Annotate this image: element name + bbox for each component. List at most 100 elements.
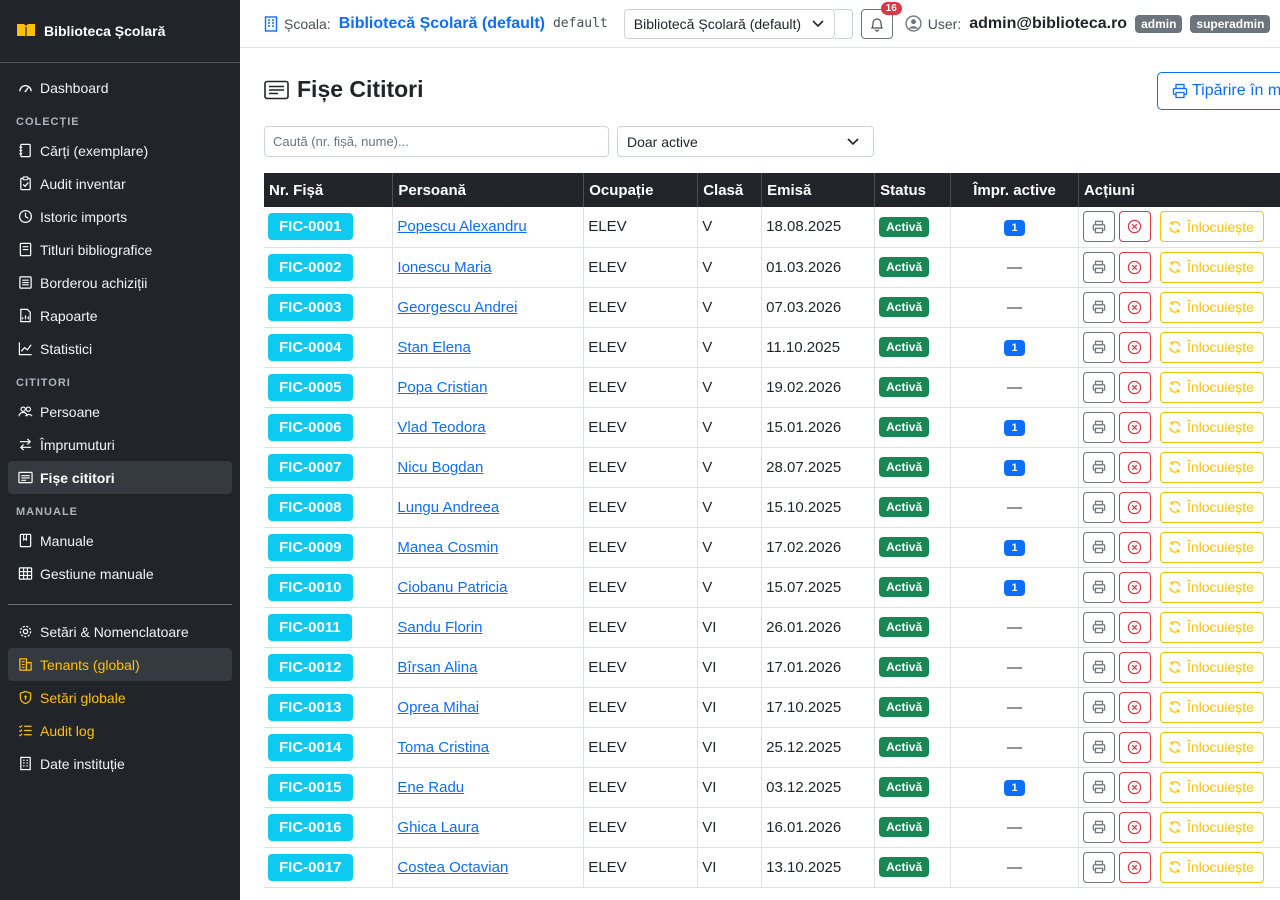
sidebar-item-statistici[interactable]: Statistici — [8, 332, 232, 365]
deactivate-card-button[interactable] — [1118, 851, 1151, 883]
sidebar-item-audit-log[interactable]: Audit log — [8, 714, 232, 747]
fisa-badge[interactable]: FIC-0001 — [268, 213, 353, 241]
person-link[interactable]: Nicu Bogdan — [397, 459, 483, 476]
sidebar-item-audit-inventar[interactable]: Audit inventar — [8, 167, 232, 200]
print-card-button[interactable] — [1082, 411, 1115, 443]
print-card-button[interactable] — [1082, 491, 1115, 523]
fisa-badge[interactable]: FIC-0012 — [268, 653, 353, 681]
person-link[interactable]: Sandu Florin — [397, 619, 482, 636]
status-filter-select[interactable]: Doar active — [617, 126, 874, 157]
fisa-badge[interactable]: FIC-0005 — [268, 373, 353, 401]
sidebar-item-fise-cititori[interactable]: Fișe cititori — [8, 461, 232, 494]
replace-card-button[interactable]: Înlocuiește — [1159, 411, 1264, 443]
fisa-badge[interactable]: FIC-0002 — [268, 253, 353, 281]
sidebar-item-manuale[interactable]: Manuale — [8, 524, 232, 557]
replace-card-button[interactable]: Înlocuiește — [1159, 811, 1264, 843]
replace-card-button[interactable]: Înlocuiește — [1159, 211, 1264, 243]
fisa-badge[interactable]: FIC-0017 — [268, 853, 353, 881]
sidebar-item-titluri[interactable]: Titluri bibliografice — [8, 233, 232, 266]
fisa-badge[interactable]: FIC-0007 — [268, 453, 353, 481]
deactivate-card-button[interactable] — [1118, 771, 1151, 803]
print-card-button[interactable] — [1082, 611, 1115, 643]
sidebar-item-imprumuturi[interactable]: Împrumuturi — [8, 428, 232, 461]
person-link[interactable]: Vlad Teodora — [397, 419, 485, 436]
print-card-button[interactable] — [1082, 811, 1115, 843]
replace-card-button[interactable]: Înlocuiește — [1159, 251, 1264, 283]
print-card-button[interactable] — [1082, 251, 1115, 283]
column-header-ocupatie[interactable]: Ocupație — [583, 173, 699, 207]
person-link[interactable]: Costea Octavian — [397, 859, 508, 876]
person-link[interactable]: Ionescu Maria — [397, 259, 491, 276]
print-card-button[interactable] — [1082, 571, 1115, 603]
fisa-badge[interactable]: FIC-0006 — [268, 413, 353, 441]
deactivate-card-button[interactable] — [1118, 291, 1151, 323]
sidebar-item-dashboard[interactable]: Dashboard — [8, 71, 232, 104]
print-card-button[interactable] — [1082, 651, 1115, 683]
person-link[interactable]: Ghica Laura — [397, 819, 479, 836]
replace-card-button[interactable]: Înlocuiește — [1159, 571, 1264, 603]
fisa-badge[interactable]: FIC-0011 — [268, 613, 352, 641]
replace-card-button[interactable]: Înlocuiește — [1159, 371, 1264, 403]
school-select[interactable]: Bibliotecă Școlară (default) — [623, 8, 835, 39]
fisa-badge[interactable]: FIC-0014 — [268, 733, 353, 761]
deactivate-card-button[interactable] — [1118, 691, 1151, 723]
print-card-button[interactable] — [1082, 771, 1115, 803]
person-link[interactable]: Popa Cristian — [397, 379, 487, 396]
replace-card-button[interactable]: Înlocuiește — [1159, 851, 1264, 883]
column-header-persoana[interactable]: Persoană — [392, 173, 585, 207]
sidebar-item-persoane[interactable]: Persoane — [8, 395, 232, 428]
fisa-badge[interactable]: FIC-0015 — [268, 773, 353, 801]
sidebar-item-setari-globale[interactable]: Setări globale — [8, 681, 232, 714]
replace-card-button[interactable]: Înlocuiește — [1159, 331, 1264, 363]
sidebar-item-borderou[interactable]: Borderou achiziții — [8, 266, 232, 299]
replace-card-button[interactable]: Înlocuiește — [1159, 531, 1264, 563]
deactivate-card-button[interactable] — [1118, 371, 1151, 403]
deactivate-card-button[interactable] — [1118, 731, 1151, 763]
fisa-badge[interactable]: FIC-0004 — [268, 333, 353, 361]
sidebar-item-istoric-imports[interactable]: Istoric imports — [8, 200, 232, 233]
print-card-button[interactable] — [1082, 211, 1115, 243]
deactivate-card-button[interactable] — [1118, 611, 1151, 643]
sidebar-item-rapoarte[interactable]: Rapoarte — [8, 299, 232, 332]
print-card-button[interactable] — [1082, 451, 1115, 483]
deactivate-card-button[interactable] — [1118, 331, 1151, 363]
person-link[interactable]: Oprea Mihai — [397, 699, 479, 716]
print-card-button[interactable] — [1082, 691, 1115, 723]
deactivate-card-button[interactable] — [1118, 651, 1151, 683]
print-card-button[interactable] — [1082, 291, 1115, 323]
person-link[interactable]: Stan Elena — [397, 339, 470, 356]
brand[interactable]: Biblioteca Școlară — [0, 0, 240, 63]
print-button[interactable]: Tipărire în m — [1157, 72, 1280, 110]
fisa-badge[interactable]: FIC-0016 — [268, 813, 353, 841]
deactivate-card-button[interactable] — [1118, 451, 1151, 483]
column-header-impr-active[interactable]: Împr. active — [950, 173, 1079, 207]
print-card-button[interactable] — [1082, 531, 1115, 563]
fisa-badge[interactable]: FIC-0003 — [268, 293, 353, 321]
replace-card-button[interactable]: Înlocuiește — [1159, 611, 1264, 643]
deactivate-card-button[interactable] — [1118, 531, 1151, 563]
replace-card-button[interactable]: Înlocuiește — [1159, 731, 1264, 763]
person-link[interactable]: Ene Radu — [397, 779, 464, 796]
print-card-button[interactable] — [1082, 331, 1115, 363]
column-header-clasa[interactable]: Clasă — [697, 173, 763, 207]
sidebar-item-tenants[interactable]: Tenants (global) — [8, 648, 232, 681]
person-link[interactable]: Ciobanu Patricia — [397, 579, 507, 596]
person-link[interactable]: Toma Cristina — [397, 739, 489, 756]
column-header-status[interactable]: Status — [874, 173, 952, 207]
deactivate-card-button[interactable] — [1118, 571, 1151, 603]
replace-card-button[interactable]: Înlocuiește — [1159, 691, 1264, 723]
sidebar-item-carti[interactable]: Cărți (exemplare) — [8, 134, 232, 167]
fisa-badge[interactable]: FIC-0013 — [268, 693, 353, 721]
deactivate-card-button[interactable] — [1118, 211, 1151, 243]
sidebar-item-setari-nomenclatoare[interactable]: Setări & Nomenclatoare — [8, 615, 232, 648]
person-link[interactable]: Popescu Alexandru — [397, 218, 526, 235]
sidebar-item-gestiune-manuale[interactable]: Gestiune manuale — [8, 557, 232, 590]
replace-card-button[interactable]: Înlocuiește — [1159, 771, 1264, 803]
person-link[interactable]: Manea Cosmin — [397, 539, 498, 556]
replace-card-button[interactable]: Înlocuiește — [1159, 451, 1264, 483]
search-input[interactable] — [264, 126, 609, 157]
deactivate-card-button[interactable] — [1118, 251, 1151, 283]
person-link[interactable]: Lungu Andreea — [397, 499, 499, 516]
fisa-badge[interactable]: FIC-0010 — [268, 573, 353, 601]
deactivate-card-button[interactable] — [1118, 411, 1151, 443]
